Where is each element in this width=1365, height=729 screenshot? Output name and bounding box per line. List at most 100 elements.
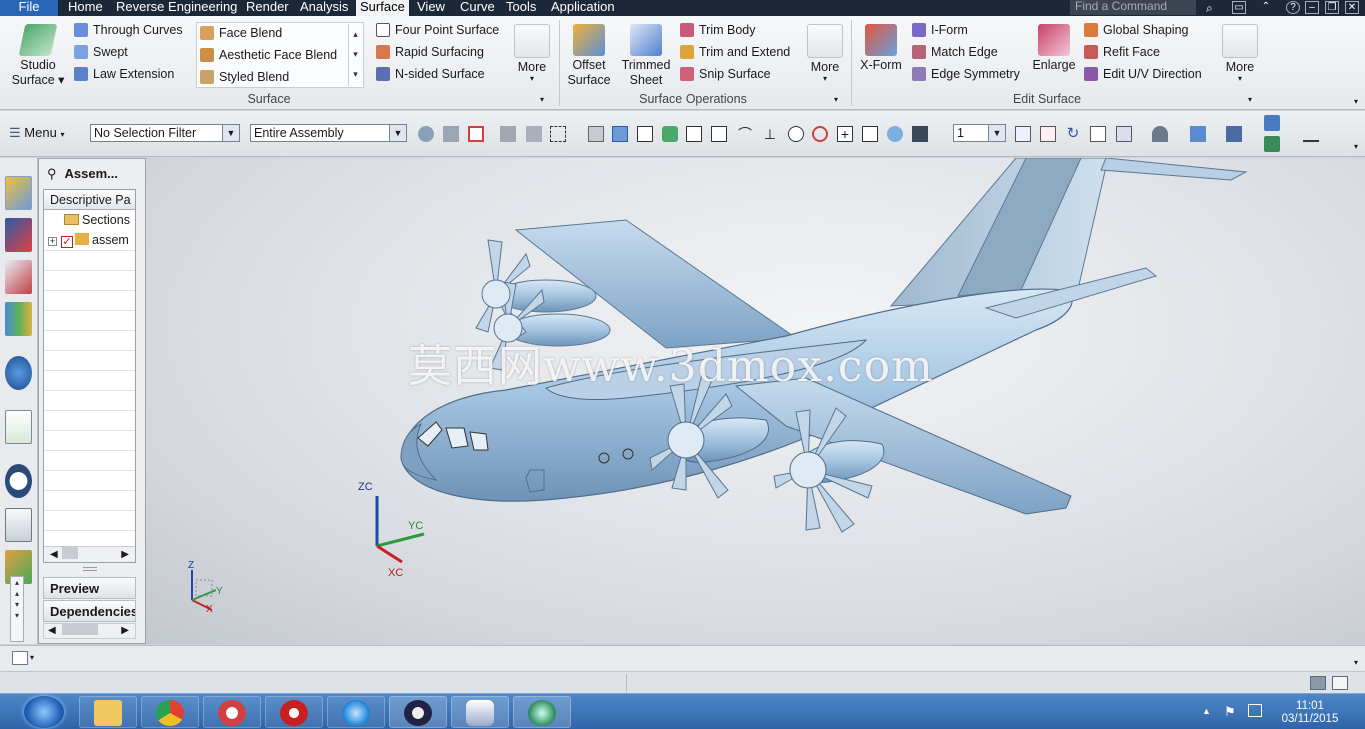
tray-expand-icon[interactable]: ▲ (1202, 706, 1211, 716)
four-point-surface-button[interactable]: Four Point Surface (376, 20, 499, 40)
edit-more-button[interactable]: More ▾ (1220, 24, 1260, 83)
rail-scroll[interactable]: ▴ ▴ ▾ ▾ (10, 576, 24, 642)
bottom-hscroll[interactable]: ◀ ▶ (43, 623, 136, 639)
trim-and-extend-button[interactable]: Trim and Extend (680, 42, 790, 62)
midpoint-icon[interactable] (711, 126, 727, 142)
reuse-library-icon[interactable] (5, 302, 32, 336)
box-select-icon[interactable] (550, 126, 566, 142)
splitter-handle[interactable] (83, 567, 97, 571)
ribbon-options-icon[interactable]: ▾ (1354, 97, 1358, 106)
tab-surface[interactable]: Surface (356, 0, 409, 16)
information-icon[interactable] (5, 356, 32, 390)
tree-row-assem[interactable]: + ✓ assem (44, 230, 135, 250)
taskbar-ie[interactable] (327, 696, 385, 728)
curve-point-icon[interactable]: ⌒ (737, 126, 753, 142)
wcs-icon[interactable] (1264, 115, 1280, 131)
clock[interactable]: 11:01 03/11/2015 (1272, 700, 1348, 726)
selection-icon[interactable] (12, 651, 28, 665)
restore-ribbon-icon[interactable]: ▭ (1232, 1, 1246, 14)
edit-uv-direction-button[interactable]: Edit U/V Direction (1084, 64, 1202, 84)
cube-view-icon[interactable] (612, 126, 628, 142)
navigator-hscroll[interactable]: ◀ ▶ (44, 546, 135, 562)
styled-blend-button[interactable]: Styled Blend (200, 67, 289, 87)
operations-more-button[interactable]: More ▾ (805, 24, 845, 83)
global-shaping-button[interactable]: Global Shaping (1084, 20, 1188, 40)
pan-icon[interactable] (1090, 126, 1106, 142)
i-form-button[interactable]: I-Form (912, 20, 968, 40)
enlarge-button[interactable]: Enlarge (1030, 24, 1078, 73)
graphics-window[interactable]: 莫西网www.3dmox.com ZC YC XC Z Y X (146, 158, 1365, 644)
snap-point-icon[interactable] (468, 126, 484, 142)
tab-application[interactable]: Application (547, 0, 619, 16)
points-icon[interactable] (637, 126, 653, 142)
snip-surface-button[interactable]: Snip Surface (680, 64, 771, 84)
history-icon[interactable] (5, 464, 32, 498)
quadrant-icon[interactable] (812, 126, 828, 142)
zoom-icon[interactable] (1040, 126, 1056, 142)
tab-view[interactable]: View (413, 0, 449, 16)
taskbar-app-4[interactable] (265, 696, 323, 728)
csys-icon[interactable] (1264, 136, 1280, 152)
tree-row-sections[interactable]: Sections (44, 210, 135, 230)
maximize-icon[interactable]: ❐ (1325, 1, 1339, 14)
tab-analysis[interactable]: Analysis (296, 0, 352, 16)
layer-select[interactable]: 1 ▼ (953, 124, 1006, 142)
tab-curve[interactable]: Curve (456, 0, 499, 16)
tab-file[interactable]: File (0, 0, 58, 16)
surface-group-expand-icon[interactable]: ▾ (540, 95, 544, 104)
menu-button[interactable]: ☰ Menu ▾ (9, 124, 64, 142)
point-on-curve-icon[interactable] (862, 126, 878, 142)
shaded-icon[interactable] (588, 126, 604, 142)
constraint-navigator-icon[interactable] (5, 218, 32, 252)
taskbar-chrome[interactable] (141, 696, 199, 728)
web-browser-icon[interactable] (5, 410, 32, 444)
minimize-icon[interactable]: – (1305, 1, 1319, 14)
full-screen-icon[interactable] (1310, 676, 1326, 690)
trimmed-sheet-button[interactable]: Trimmed Sheet (618, 24, 674, 88)
selection-filter-select[interactable]: No Selection Filter ▼ (90, 124, 240, 142)
line-icon[interactable] (686, 126, 702, 142)
tab-reverse-engineering[interactable]: Reverse Engineering (112, 0, 241, 16)
assembly-navigator-icon[interactable] (5, 176, 32, 210)
aesthetic-face-blend-button[interactable]: Aesthetic Face Blend (200, 45, 337, 65)
fit-view-icon[interactable] (1015, 126, 1031, 142)
swept-button[interactable]: Swept (74, 42, 128, 62)
collapse-ribbon-icon[interactable]: ⌃ (1259, 1, 1273, 14)
part-navigator-icon[interactable] (5, 260, 32, 294)
law-extension-button[interactable]: Law Extension (74, 64, 174, 84)
view-cube-icon[interactable] (1190, 126, 1206, 142)
edit-group-expand-icon[interactable]: ▾ (1248, 95, 1252, 104)
system-materials-icon[interactable] (5, 508, 32, 542)
trim-body-button[interactable]: Trim Body (680, 20, 756, 40)
selection-scope-select[interactable]: Entire Assembly ▼ (250, 124, 407, 142)
taskbar-app-7[interactable] (451, 696, 509, 728)
search-icon[interactable]: ⌕ (1206, 1, 1220, 15)
toolbar-options-icon[interactable]: ▾ (1354, 142, 1358, 151)
existing-point-icon[interactable]: + (837, 126, 853, 142)
n-sided-surface-button[interactable]: N-sided Surface (376, 64, 485, 84)
select-all-icon[interactable] (418, 126, 434, 142)
grid-icon[interactable] (912, 126, 928, 142)
expand-icon[interactable]: + (48, 237, 57, 246)
tab-render[interactable]: Render (242, 0, 293, 16)
pin-icon[interactable]: ⚲ (47, 166, 57, 181)
taskbar-explorer[interactable] (79, 696, 137, 728)
gallery-scroll[interactable]: ▴ ▾ ▾ (348, 24, 362, 86)
render-style-icon[interactable] (1152, 126, 1168, 142)
studio-surface-button[interactable]: Studio Surface ▾ (10, 24, 66, 88)
preview-panel-header[interactable]: Preview (43, 577, 136, 599)
taskbar-nx[interactable] (513, 696, 571, 728)
rapid-surfacing-button[interactable]: Rapid Surfacing (376, 42, 484, 62)
intersection-icon[interactable]: ⊥ (762, 126, 778, 142)
show-hide-icon[interactable] (1226, 126, 1242, 142)
network-icon[interactable] (1248, 704, 1262, 717)
edge-symmetry-button[interactable]: Edge Symmetry (912, 64, 1020, 84)
start-button[interactable] (24, 696, 64, 728)
through-curves-button[interactable]: Through Curves (74, 20, 183, 40)
status-options-icon[interactable]: ▾ (1354, 658, 1358, 667)
checkbox-icon[interactable]: ✓ (61, 236, 73, 248)
window-icon[interactable] (1332, 676, 1348, 690)
measure-icon[interactable] (1303, 126, 1319, 142)
orient-view-icon[interactable] (1116, 126, 1132, 142)
select-body-icon[interactable] (526, 126, 542, 142)
